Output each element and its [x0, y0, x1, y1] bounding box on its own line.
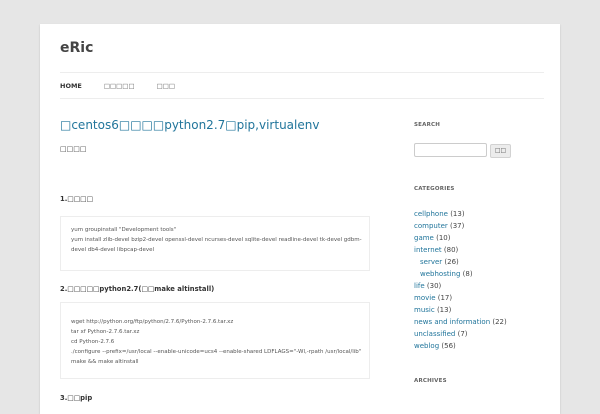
- category-count: (26): [444, 258, 459, 266]
- category-item: life (30): [414, 280, 544, 292]
- category-item: weblog (56): [414, 340, 544, 352]
- category-count: (37): [450, 222, 465, 230]
- category-item: movie (17): [414, 292, 544, 304]
- category-count: (7): [457, 330, 468, 338]
- category-link[interactable]: music: [414, 306, 435, 314]
- category-link[interactable]: game: [414, 234, 434, 242]
- post-meta: □□□□: [60, 145, 87, 153]
- code-line: ./configure --prefix=/usr/local --enable…: [71, 349, 362, 355]
- category-item: internet (80): [414, 244, 544, 256]
- category-item: computer (37): [414, 220, 544, 232]
- category-link[interactable]: movie: [414, 294, 436, 302]
- code-block-1: yum groupinstall "Development tools" yum…: [60, 216, 370, 271]
- category-item: unclassified (7): [414, 328, 544, 340]
- category-item-child: server (26): [414, 256, 544, 268]
- category-count: (10): [436, 234, 451, 242]
- section-heading-2: 2.□□□□□python2.7(□□make altinstall): [60, 285, 215, 293]
- category-link[interactable]: webhosting: [420, 270, 460, 278]
- category-count: (22): [492, 318, 507, 326]
- category-count: (30): [426, 282, 442, 290]
- category-link[interactable]: weblog: [414, 342, 439, 350]
- category-count: (8): [462, 270, 473, 278]
- section-heading-3: 3.□□pip: [60, 394, 93, 402]
- category-link[interactable]: computer: [414, 222, 448, 230]
- nav-item-home[interactable]: HOME: [60, 82, 82, 90]
- category-item-child: webhosting (8): [414, 268, 544, 280]
- code-line: make && make altinstall: [71, 359, 139, 365]
- code-block-2: wget http://python.org/ftp/python/2.7.6/…: [60, 302, 370, 379]
- code-line: tar xf Python-2.7.6.tar.xz: [71, 329, 140, 335]
- nav-item-3[interactable]: □□□: [157, 82, 175, 90]
- category-link[interactable]: cellphone: [414, 210, 448, 218]
- section-heading-1: 1.□□□□: [60, 195, 93, 203]
- category-link[interactable]: news and information: [414, 318, 490, 326]
- category-item: cellphone (13): [414, 208, 544, 220]
- category-link[interactable]: life: [414, 282, 425, 290]
- category-item: game (10): [414, 232, 544, 244]
- search-input[interactable]: [414, 143, 487, 157]
- category-count: (17): [437, 294, 453, 302]
- site-title[interactable]: eRic: [60, 40, 93, 56]
- category-count: (13): [436, 306, 452, 314]
- search-button[interactable]: □□: [490, 144, 511, 158]
- code-line: wget http://python.org/ftp/python/2.7.6/…: [71, 319, 234, 325]
- category-link[interactable]: unclassified: [414, 330, 455, 338]
- main-nav: HOME □□□□□ □□□: [60, 72, 544, 99]
- categories-list: cellphone (13) computer (37) game (10) i…: [414, 208, 544, 352]
- code-line: yum install zlib-devel bzip2-devel opens…: [71, 237, 362, 243]
- category-count: (13): [450, 210, 465, 218]
- category-link[interactable]: server: [420, 258, 442, 266]
- search-widget-title: SEARCH: [414, 122, 441, 128]
- page-container: eRic HOME □□□□□ □□□ □centos6□□□□python2.…: [40, 24, 560, 414]
- archives-widget-title: ARCHIVES: [414, 378, 447, 384]
- nav-item-2[interactable]: □□□□□: [104, 82, 135, 90]
- category-link[interactable]: internet: [414, 246, 442, 254]
- category-item: music (13): [414, 304, 544, 316]
- category-count: (56): [441, 342, 456, 350]
- code-line: yum groupinstall "Development tools": [71, 227, 177, 233]
- code-line: cd Python-2.7.6: [71, 339, 115, 345]
- category-item: news and information (22): [414, 316, 544, 328]
- categories-widget-title: CATEGORIES: [414, 186, 455, 192]
- code-line: devel db4-devel libpcap-devel: [71, 247, 154, 253]
- post-title[interactable]: □centos6□□□□python2.7□pip,virtualenv: [60, 118, 319, 132]
- category-count: (80): [443, 246, 459, 254]
